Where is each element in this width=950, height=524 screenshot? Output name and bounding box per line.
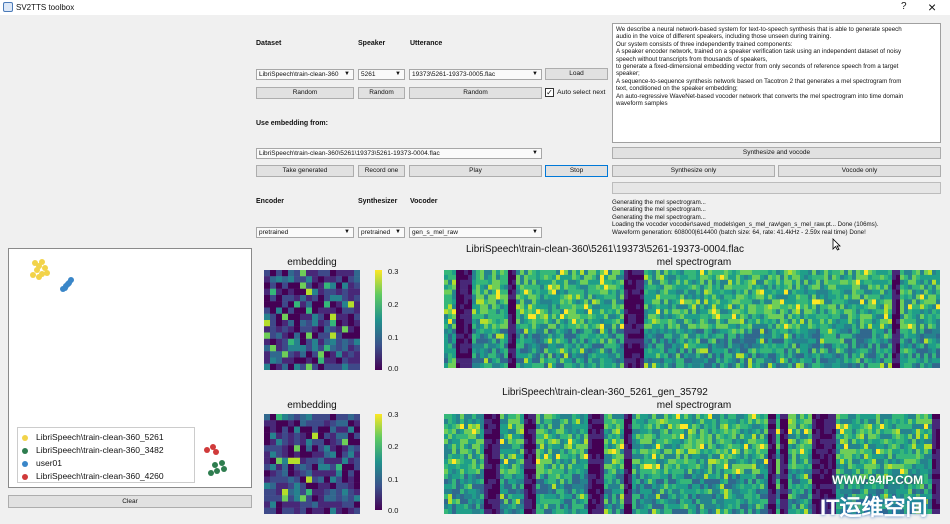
- legend-item: LibriSpeech\train-clean-360_4260: [22, 470, 190, 483]
- cluster-5261: [30, 259, 50, 280]
- log-line: Generating the mel spectrogram...: [612, 206, 706, 214]
- synthesizer-label: Synthesizer: [358, 198, 398, 205]
- legend-label: LibriSpeech\train-clean-360_5261: [36, 432, 164, 442]
- log-line: Loading the vocoder vocoder\saved_models…: [612, 221, 879, 229]
- utterance-label: Utterance: [410, 40, 443, 47]
- plot1-embedding-title: embedding: [287, 257, 337, 268]
- text-line: Our system consists of three independent…: [616, 40, 793, 48]
- watermark-url: WWW.94IP.COM: [832, 473, 924, 487]
- vocoder-label: Vocoder: [410, 198, 438, 205]
- legend-marker: [22, 434, 28, 441]
- auto-select-checkbox[interactable]: ✓: [545, 88, 554, 97]
- projection-panel: LibriSpeech\train-clean-360_5261 LibriSp…: [8, 248, 252, 488]
- cluster-3482: [208, 460, 227, 476]
- legend-label: LibriSpeech\train-clean-360_4260: [36, 471, 164, 481]
- utterance-select[interactable]: 19373\5261-19373-0005.flac ▼: [409, 69, 542, 80]
- dataset-label: Dataset: [256, 40, 282, 47]
- cluster-4260: [204, 444, 219, 455]
- plot2-colorbar-tick: 0.3: [388, 410, 399, 419]
- progress-bar: [612, 182, 941, 194]
- plot1-colorbar: [375, 270, 382, 370]
- vocode-only-button[interactable]: Vocode only: [778, 165, 941, 177]
- text-line: We describe a neural network-based syste…: [616, 26, 902, 33]
- help-button[interactable]: ?: [901, 1, 907, 12]
- dataset-select[interactable]: LibriSpeech\train-clean-360 ▼: [256, 69, 354, 80]
- text-line: A sequence-to-sequence synthesis network…: [616, 77, 902, 85]
- plot2-colorbar-tick: 0.1: [388, 475, 399, 484]
- plot2-spectrogram-title: mel spectrogram: [656, 400, 732, 411]
- clear-button[interactable]: Clear: [8, 495, 252, 508]
- random-dataset-button[interactable]: Random: [256, 87, 354, 99]
- window-title: SV2TTS toolbox: [16, 3, 75, 12]
- embedding-heading: Use embedding from:: [256, 120, 328, 127]
- legend-marker: [22, 447, 28, 454]
- vocoder-select[interactable]: gen_s_mel_raw ▼: [409, 227, 542, 238]
- text-input[interactable]: We describe a neural network-based syste…: [612, 23, 941, 143]
- plot1-embedding-heatmap: [264, 270, 360, 370]
- text-line: text, conditioned on the speaker embeddi…: [616, 85, 738, 93]
- projection-legend: LibriSpeech\train-clean-360_5261 LibriSp…: [17, 427, 195, 483]
- encoder-label: Encoder: [256, 198, 285, 205]
- plot1-spectrogram-title: mel spectrogram: [656, 257, 732, 268]
- play-button[interactable]: Play: [409, 165, 542, 177]
- legend-marker: [22, 473, 28, 480]
- title-bar: [0, 0, 950, 15]
- legend-label: user01: [36, 458, 62, 468]
- plot1-colorbar-tick: 0.0: [388, 364, 399, 373]
- random-speaker-button[interactable]: Random: [358, 87, 405, 99]
- plot2-main-title: LibriSpeech\train-clean-360_5261_gen_357…: [502, 387, 708, 398]
- embedding-source-select[interactable]: LibriSpeech\train-clean-360\5261\19373\5…: [256, 148, 542, 159]
- record-one-button[interactable]: Record one: [358, 165, 405, 177]
- mouse-cursor-icon: [832, 238, 841, 251]
- plot1-colorbar-tick: 0.3: [388, 267, 399, 276]
- random-utterance-button[interactable]: Random: [409, 87, 542, 99]
- log-output: Generating the mel spectrogram... Genera…: [612, 199, 942, 236]
- legend-item: LibriSpeech\train-clean-360_3482: [22, 444, 190, 457]
- log-line: Waveform generation: 608000|614400 (batc…: [612, 228, 866, 236]
- plot2-colorbar-tick: 0.0: [388, 506, 399, 515]
- take-generated-button[interactable]: Take generated: [256, 165, 354, 177]
- app-icon: [3, 2, 13, 12]
- synthesize-only-button[interactable]: Synthesize only: [612, 165, 775, 177]
- plot1-colorbar-tick: 0.2: [388, 300, 399, 309]
- text-line: speaker;: [616, 70, 640, 78]
- text-line: audio in the voice of different speakers…: [616, 33, 832, 41]
- legend-item: user01: [22, 457, 190, 470]
- stop-button[interactable]: Stop: [545, 165, 608, 177]
- plot1-main-title: LibriSpeech\train-clean-360\5261\19373\5…: [466, 244, 744, 255]
- plot2-embedding-title: embedding: [287, 400, 337, 411]
- close-button[interactable]: ×: [928, 0, 936, 15]
- speaker-select[interactable]: 5261 ▼: [358, 69, 405, 80]
- auto-select-label: Auto select next: [557, 89, 606, 96]
- legend-marker: [22, 460, 28, 467]
- legend-item: LibriSpeech\train-clean-360_5261: [22, 431, 190, 444]
- speaker-label: Speaker: [358, 40, 386, 47]
- legend-label: LibriSpeech\train-clean-360_3482: [36, 445, 164, 455]
- synthesize-and-vocode-button[interactable]: Synthesize and vocode: [612, 147, 941, 159]
- plot1-colorbar-tick: 0.1: [388, 333, 399, 342]
- watermark-brand: IT运维空间: [820, 495, 928, 520]
- text-line: speech without transcripts from thousand…: [616, 55, 768, 63]
- plot2-embedding-heatmap: [264, 414, 360, 514]
- synthesizer-select[interactable]: pretrained ▼: [358, 227, 405, 238]
- log-line: Generating the mel spectrogram...: [612, 213, 706, 221]
- encoder-select[interactable]: pretrained ▼: [256, 227, 354, 238]
- text-line: A speaker encoder network, trained on a …: [616, 48, 902, 56]
- cluster-user01: [60, 277, 74, 292]
- load-button[interactable]: Load: [545, 68, 608, 80]
- text-line: An auto-regressive WaveNet-based vocoder…: [616, 92, 904, 100]
- log-line: Generating the mel spectrogram...: [612, 199, 706, 206]
- plot2-colorbar-tick: 0.2: [388, 442, 399, 451]
- text-line: waveform samples: [616, 100, 668, 108]
- text-line: to generate a fixed-dimensional embeddin…: [616, 63, 899, 71]
- plot1-mel-spectrogram: [444, 270, 940, 368]
- plot2-colorbar: [375, 414, 382, 510]
